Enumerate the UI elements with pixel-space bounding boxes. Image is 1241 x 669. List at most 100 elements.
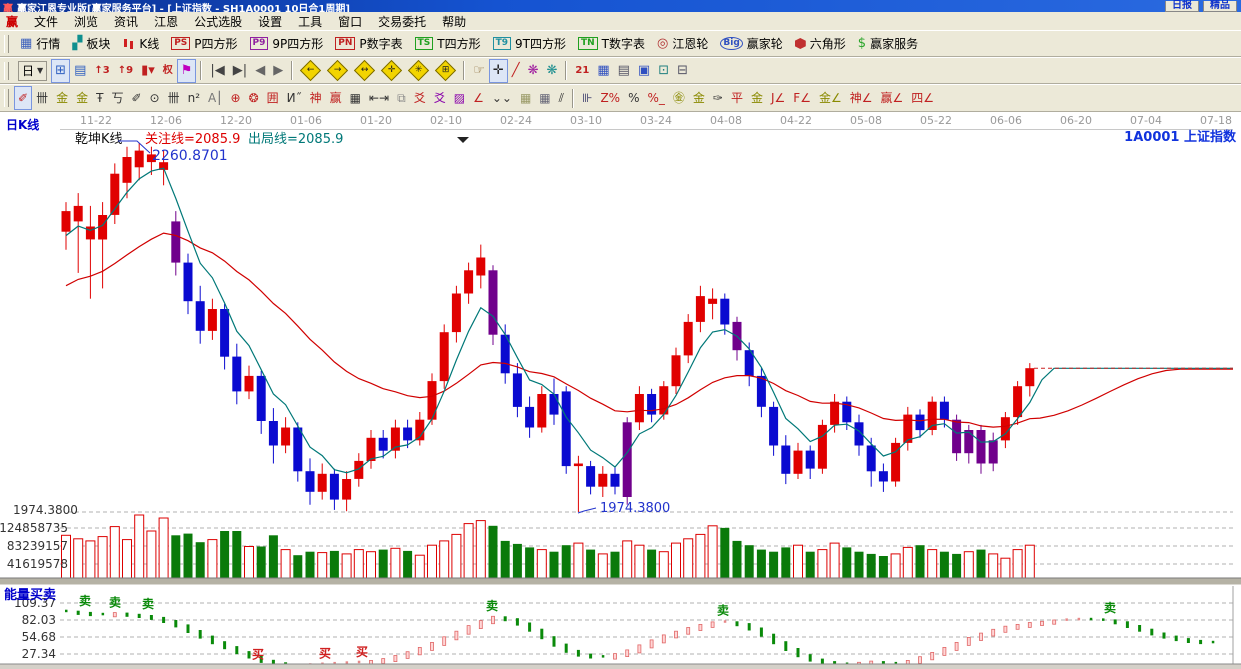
toolbar-grip[interactable] (4, 62, 9, 80)
gann-tool-left-5[interactable]: Ŧ (92, 86, 107, 110)
gann-tool-right-11[interactable]: F∠ (789, 86, 815, 110)
winner-wheel-button[interactable]: Big赢家轮 (714, 32, 788, 56)
quotes-button[interactable]: ▦行情 (14, 32, 66, 56)
t-square-button[interactable]: TST四方形 (409, 32, 487, 56)
t9-square-button[interactable]: T99T四方形 (487, 32, 572, 56)
p9-square-button[interactable]: P99P四方形 (244, 32, 330, 56)
gann-tool-left-11[interactable]: A⎮ (204, 86, 226, 110)
chart-layout-button[interactable]: ⊞ (51, 59, 70, 83)
gann-tool-left-27[interactable]: ▦ (535, 86, 554, 110)
pan-left-button[interactable]: ← (297, 59, 324, 83)
trend-line-button[interactable]: ╱ (508, 59, 524, 83)
toolbar-grip[interactable] (4, 89, 9, 107)
gann-tool-right-14[interactable]: 赢∠ (877, 86, 908, 110)
pan-right-button[interactable]: → (324, 59, 351, 83)
menu-item-设置[interactable]: 设置 (250, 12, 290, 31)
candle-style-button[interactable]: ▮▾ (137, 59, 159, 83)
menu-item-帮助[interactable]: 帮助 (434, 12, 474, 31)
main-chart-svg[interactable]: 11-2212-0612-2001-0601-2002-1002-2403-10… (0, 112, 1241, 669)
toolbar-grip[interactable] (4, 35, 9, 53)
menu-item-文件[interactable]: 文件 (26, 12, 66, 31)
zoom-in-button[interactable]: ⊞ (432, 59, 459, 83)
gann-tool-left-6[interactable]: 丂 (107, 86, 127, 110)
menu-item-资讯[interactable]: 资讯 (106, 12, 146, 31)
knot-teal-button[interactable]: ❋ (542, 59, 561, 83)
cycle3-button[interactable]: ↑3 (90, 59, 113, 83)
t-number-button[interactable]: TNT数字表 (572, 32, 651, 56)
gann-tool-right-4[interactable]: %_ (643, 86, 668, 110)
gann-tool-left-19[interactable]: ⇤⇥ (365, 86, 393, 110)
menu-item-工具[interactable]: 工具 (290, 12, 330, 31)
next-page-button[interactable]: ▶ (269, 59, 287, 83)
gann-tool-right-13[interactable]: 神∠ (846, 86, 877, 110)
gann-tool-left-12[interactable]: ⊕ (227, 86, 245, 110)
first-page-button[interactable]: |◀ (206, 59, 228, 83)
gann-tool-left-20[interactable]: ⧉ (393, 86, 410, 110)
gann-tool-left-23[interactable]: ▨ (450, 86, 469, 110)
gann-tool-right-2[interactable]: Z% (596, 86, 624, 110)
sectors-button[interactable]: ▞板块 (66, 32, 116, 56)
crosshair-button[interactable]: ✛ (489, 59, 508, 83)
hexagon-button[interactable]: 六角形 (789, 32, 852, 56)
gann-tool-left-26[interactable]: ▦ (516, 86, 535, 110)
gann-tool-left-15[interactable]: И˝ (283, 86, 306, 110)
titlebar-button-精品[interactable]: 精品 (1203, 1, 1237, 12)
gann-wheel-button[interactable]: ◎江恩轮 (651, 32, 714, 56)
prev-page-button[interactable]: ◀ (251, 59, 269, 83)
gann-tool-left-9[interactable]: 卌 (164, 86, 184, 110)
gann-tool-right-7[interactable]: ✑ (709, 86, 727, 110)
gann-tool-right-8[interactable]: 平 (727, 86, 747, 110)
pan-hand-button[interactable]: ☞ (469, 59, 489, 83)
menu-item-公式选股[interactable]: 公式选股 (186, 12, 250, 31)
period-selector[interactable]: 日▼ (14, 59, 51, 83)
gann-tool-left-21[interactable]: 爻 (410, 86, 430, 110)
cycle9-button[interactable]: ↑9 (114, 59, 137, 83)
winner-service-button[interactable]: $赢家服务 (852, 32, 924, 56)
p-number-button[interactable]: PNP数字表 (329, 32, 408, 56)
gann-tool-left-3[interactable]: 金 (52, 86, 72, 110)
gann-tool-left-22[interactable]: 爻 (430, 86, 450, 110)
info-panel-button[interactable]: ▤ (70, 59, 90, 83)
save-button[interactable]: ▣ (634, 59, 654, 83)
gann-tool-left-8[interactable]: ⊙ (146, 86, 164, 110)
compress-button[interactable]: ✛ (378, 59, 405, 83)
network-button[interactable]: ⊡ (654, 59, 673, 83)
expand-h-button[interactable]: ↔ (351, 59, 378, 83)
gann-tool-left-17[interactable]: 赢 (326, 86, 346, 110)
titlebar-button-日报[interactable]: 日报 (1165, 1, 1199, 12)
gann-tool-left-24[interactable]: ∠ (469, 86, 488, 110)
gann-tool-right-15[interactable]: 四∠ (907, 86, 938, 110)
system-button[interactable]: ⊟ (673, 59, 692, 83)
gann-tool-right-9[interactable]: 金 (747, 86, 767, 110)
gann-tool-left-1[interactable]: ✐ (14, 86, 32, 110)
gann-tool-right-6[interactable]: 金 (689, 86, 709, 110)
chart-area[interactable]: 11-2212-0612-2001-0601-2002-1002-2403-10… (0, 112, 1241, 669)
gann-tool-left-2[interactable]: 卌 (32, 86, 52, 110)
gann-tool-left-7[interactable]: ✐ (127, 86, 145, 110)
gann-tool-right-5[interactable]: ㊎ (669, 86, 689, 110)
p-square-button[interactable]: PSP四方形 (165, 32, 243, 56)
panel-splitter[interactable] (0, 578, 1241, 585)
gann-tool-right-3[interactable]: % (624, 86, 643, 110)
kline-button[interactable]: K线 (116, 32, 165, 56)
notes-button[interactable]: ▤ (614, 59, 634, 83)
gann-tool-left-13[interactable]: ❂ (245, 86, 263, 110)
gann-tool-left-28[interactable]: ⫽ (555, 86, 568, 110)
gann-tool-right-12[interactable]: 金∠ (815, 86, 846, 110)
calendar-button[interactable]: 21 (571, 59, 593, 83)
gann-tool-right-1[interactable]: ⊪ (578, 86, 596, 110)
knot-purple-button[interactable]: ❋ (524, 59, 543, 83)
menu-item-江恩[interactable]: 江恩 (146, 12, 186, 31)
gann-tool-left-10[interactable]: n² (184, 86, 204, 110)
gann-tool-left-18[interactable]: ▦ (346, 86, 365, 110)
menu-item-窗口[interactable]: 窗口 (330, 12, 370, 31)
flag-button[interactable]: ⚑ (177, 59, 197, 83)
gann-tool-left-16[interactable]: 神 (306, 86, 326, 110)
zoom-out-button[interactable]: ✳ (405, 59, 432, 83)
gann-tool-left-14[interactable]: 囲 (263, 86, 283, 110)
calculator-button[interactable]: ▦ (593, 59, 613, 83)
menu-item-交易委托[interactable]: 交易委托 (370, 12, 434, 31)
menu-item-浏览[interactable]: 浏览 (66, 12, 106, 31)
last-page-button[interactable]: ▶| (229, 59, 251, 83)
gann-tool-left-25[interactable]: ⌄⌄ (488, 86, 516, 110)
